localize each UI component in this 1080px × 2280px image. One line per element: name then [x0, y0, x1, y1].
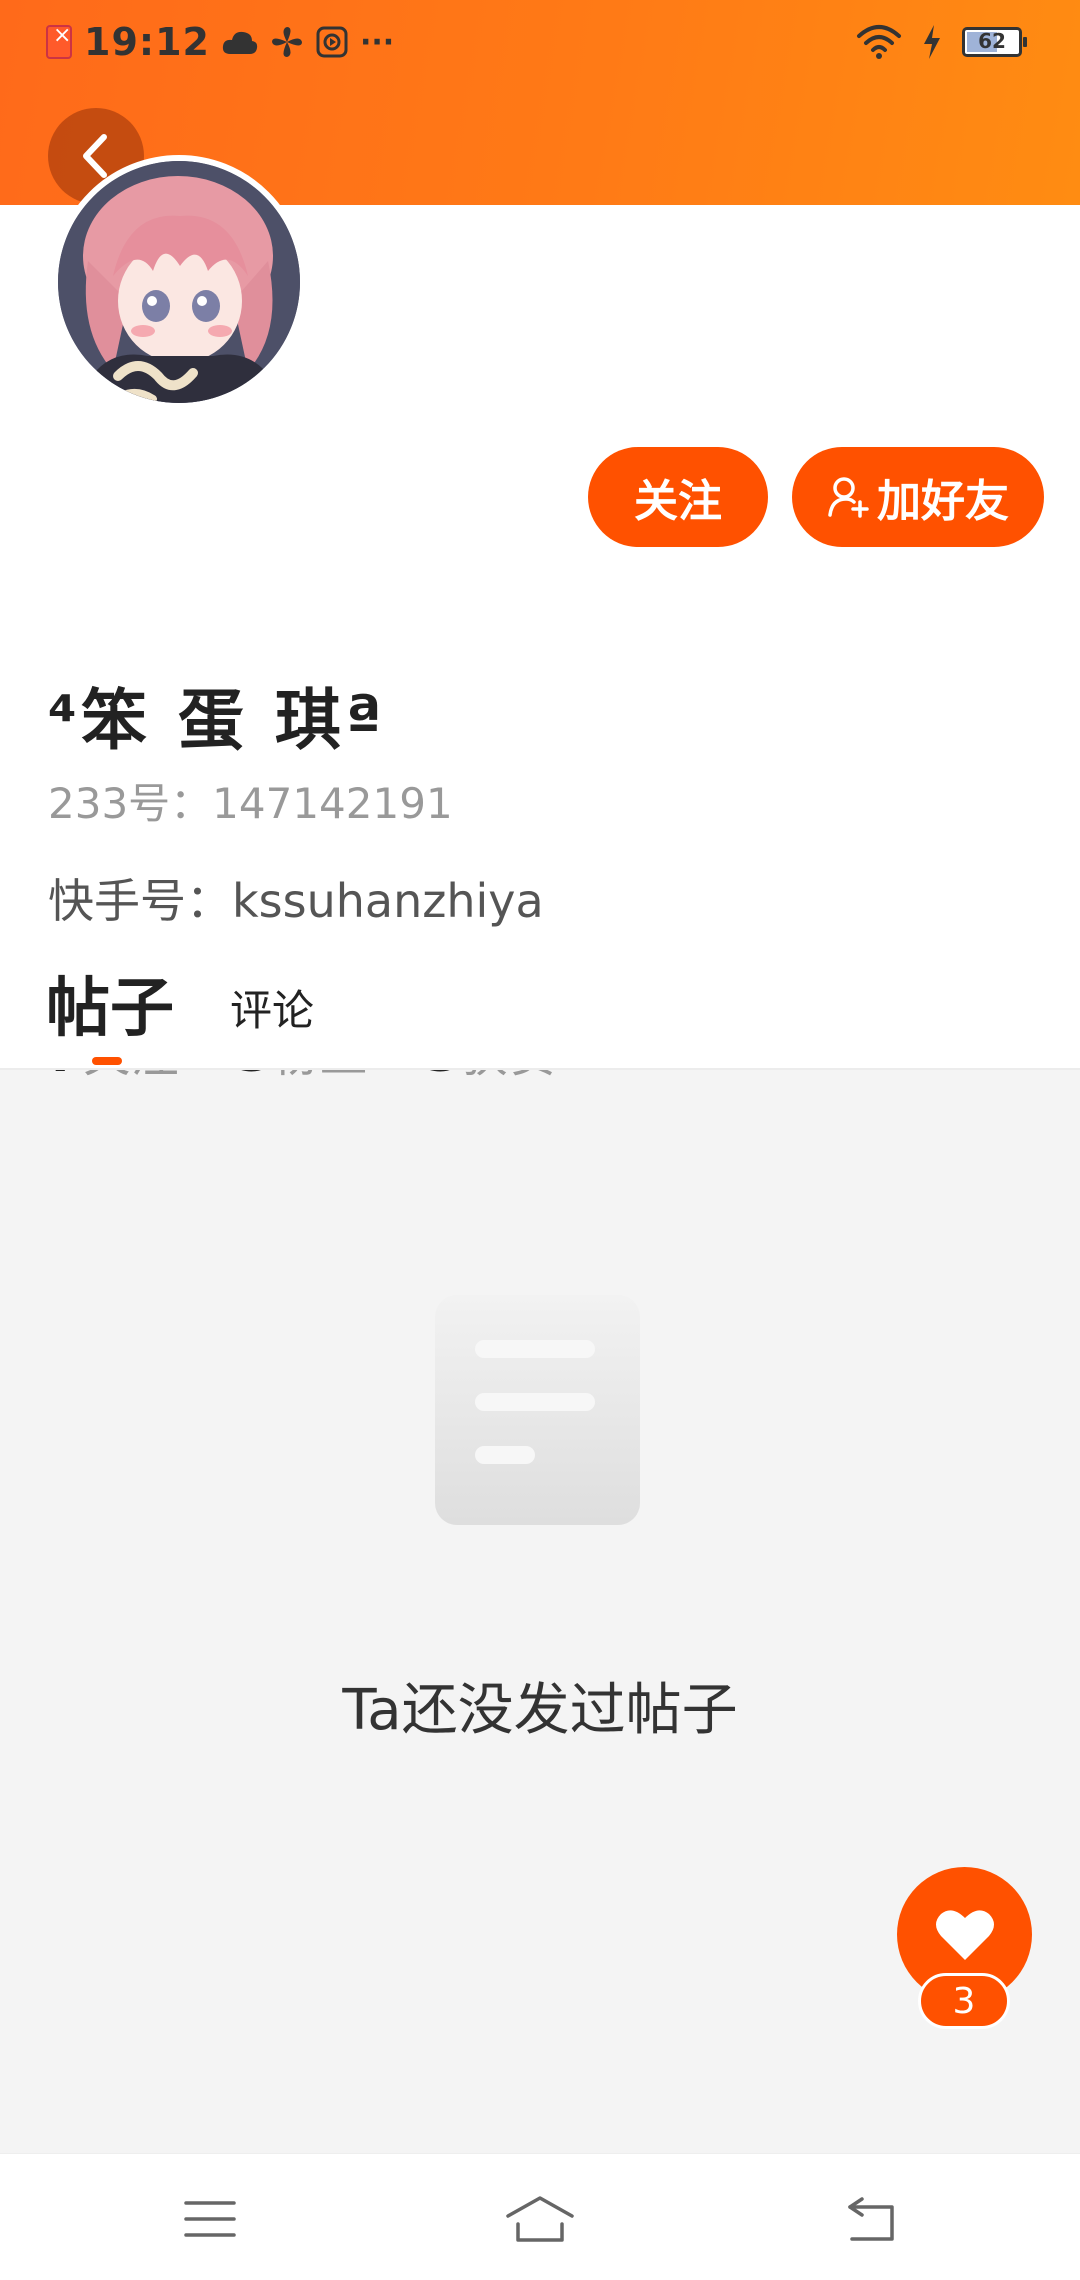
battery-level: 62 [978, 29, 1006, 53]
empty-state-message: Ta还没发过帖子 [342, 1678, 738, 1743]
chevron-left-icon [83, 134, 107, 178]
kuaishou-id: 快手号：kssuhanzhiya [48, 874, 544, 928]
avatar-image [58, 161, 300, 403]
follow-button-label: 关注 [634, 476, 722, 527]
charging-icon [924, 25, 940, 59]
tab-posts[interactable]: 帖子 [46, 957, 174, 1049]
menu-nav-button[interactable] [170, 2184, 250, 2254]
home-nav-button[interactable] [500, 2184, 580, 2254]
user-233-id: 233号：147142191 [48, 779, 453, 828]
tab-comments[interactable]: 评论 [230, 977, 314, 1038]
username: ⁴笨 蛋 琪ª [48, 682, 387, 759]
back-icon [848, 2197, 894, 2241]
status-bar: 19:12 ··· [0, 0, 1080, 84]
fan-icon [271, 27, 302, 57]
media-icon [316, 26, 348, 58]
tab-active-indicator [92, 1057, 122, 1065]
follow-button[interactable]: 关注 [588, 447, 768, 547]
system-nav-bar [0, 2153, 1080, 2280]
battery-icon: 62 [962, 27, 1027, 57]
status-time: 19:12 [84, 20, 210, 64]
menu-icon [184, 2201, 236, 2237]
like-count-badge: 3 [918, 1973, 1010, 2029]
add-friend-label: 加好友 [877, 476, 1009, 527]
profile-tabs: 帖子 评论 [0, 955, 1080, 1070]
avatar[interactable] [52, 155, 306, 409]
no-sim-icon [46, 23, 72, 59]
more-icon: ··· [359, 24, 395, 60]
add-friend-button[interactable]: 加好友 [792, 447, 1044, 547]
back-nav-button[interactable] [830, 2184, 910, 2254]
heart-icon [935, 1909, 994, 1960]
wifi-icon [857, 25, 901, 59]
add-user-icon [828, 477, 869, 518]
empty-document-icon [435, 1295, 640, 1525]
cloud-icon [222, 31, 258, 54]
home-icon [506, 2196, 574, 2242]
